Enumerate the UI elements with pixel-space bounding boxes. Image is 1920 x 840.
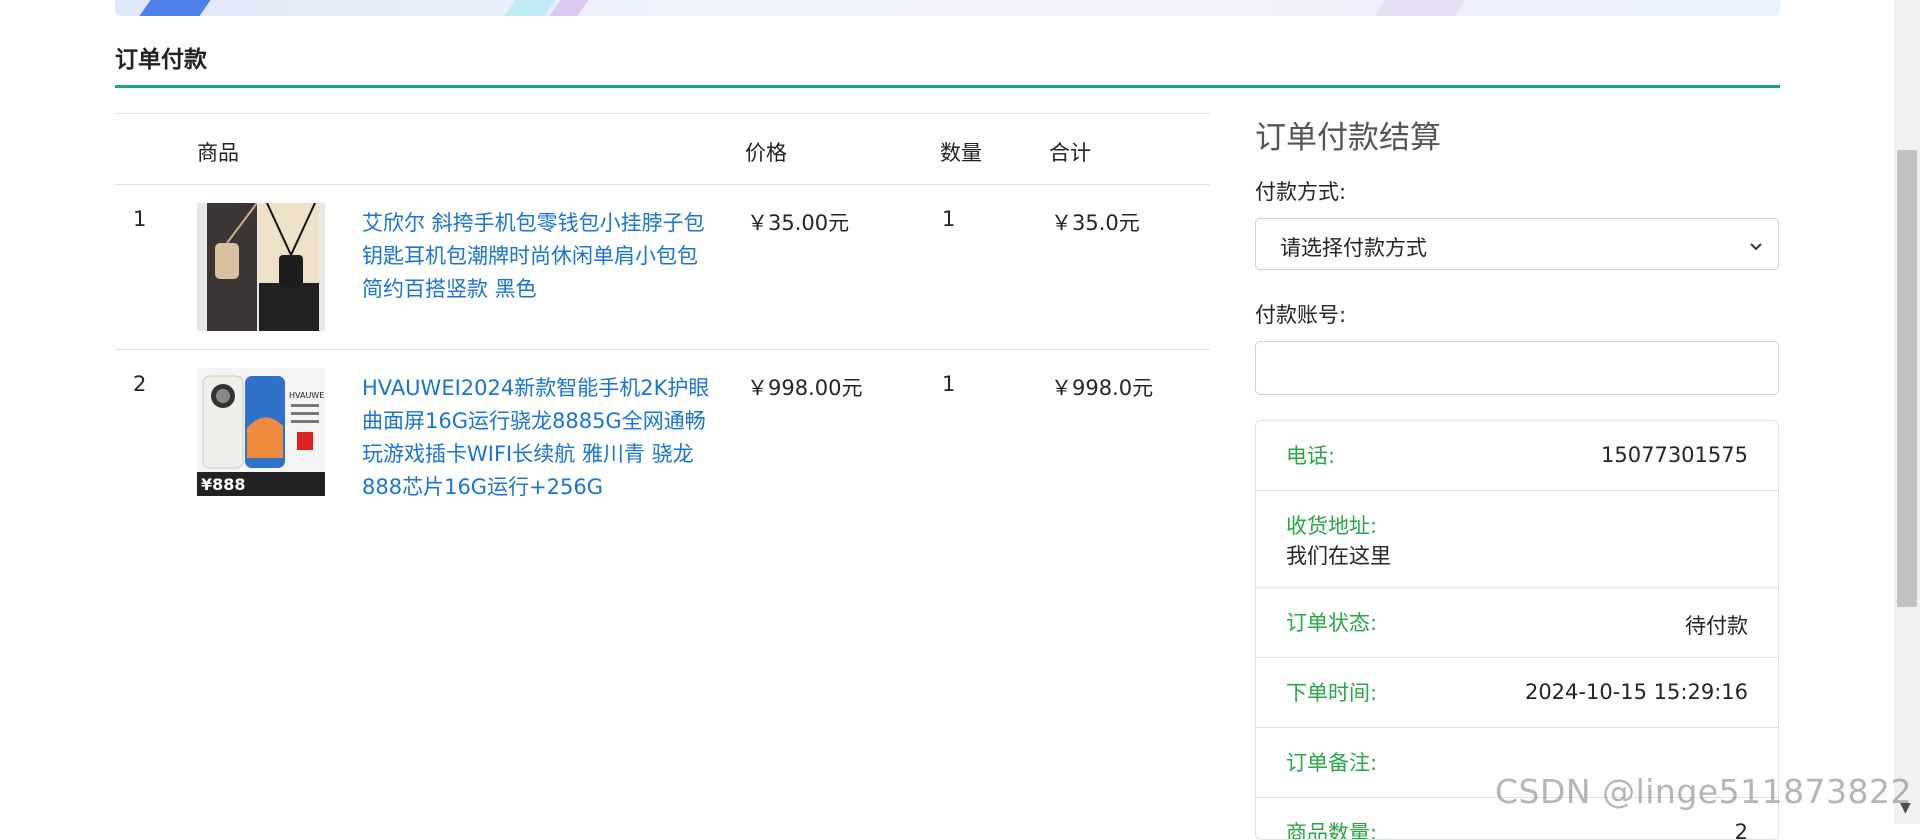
payment-account-label: 付款账号: <box>1255 303 1347 327</box>
image-price-text: ¥888 <box>201 475 246 494</box>
chevron-down-icon <box>1748 235 1764 259</box>
product-name-link[interactable]: 艾欣尔 斜挎手机包零钱包小挂脖子包钥匙耳机包潮牌时尚休闲单肩小包包简约百搭竖款 … <box>362 207 712 306</box>
payment-account-input[interactable] <box>1255 341 1779 395</box>
address-value: 我们在这里 <box>1286 544 1391 568</box>
list-item: 电话: 15077301575 <box>1256 421 1778 491</box>
cart-table: 商品 价格 数量 合计 1 艾欣尔 斜挎手机包零钱包小挂脖子包钥匙耳机包潮牌时尚… <box>115 113 1210 514</box>
product-name-link[interactable]: HVAUWEI2024新款智能手机2K护眼曲面屏16G运行骁龙8885G全网通畅… <box>362 372 712 504</box>
header-price: 价格 <box>745 141 787 165</box>
row-quantity: 1 <box>942 372 956 396</box>
row-price: ￥998.00元 <box>747 376 863 400</box>
banner-decoration <box>549 0 589 16</box>
table-row: 1 艾欣尔 斜挎手机包零钱包小挂脖子包钥匙耳机包潮牌时尚休闲单肩小包包简约百搭竖… <box>115 184 1210 349</box>
order-time-value: 2024-10-15 15:29:16 <box>1524 680 1748 704</box>
section-divider <box>115 85 1780 88</box>
payment-method-label: 付款方式: <box>1255 180 1347 204</box>
header-quantity: 数量 <box>940 141 982 165</box>
banner-decoration <box>139 0 211 16</box>
table-header: 商品 价格 数量 合计 <box>115 113 1210 184</box>
list-item: 订单状态: 待付款 <box>1256 588 1778 658</box>
payment-method-select[interactable]: 请选择付款方式 <box>1255 218 1779 270</box>
product-image-bag[interactable] <box>197 203 325 331</box>
status-value: 待付款 <box>1685 614 1748 638</box>
scrollbar-thumb[interactable] <box>1897 150 1917 607</box>
header-product: 商品 <box>197 141 239 165</box>
phone-value: 15077301575 <box>1601 443 1748 467</box>
phone-label: 电话: <box>1286 444 1336 468</box>
status-label: 订单状态: <box>1286 611 1378 635</box>
row-index: 1 <box>133 207 147 231</box>
row-index: 2 <box>133 372 147 396</box>
header-total: 合计 <box>1049 141 1091 165</box>
address-label: 收货地址: <box>1286 514 1378 538</box>
watermark: CSDN @linge511873822 <box>1495 772 1913 811</box>
banner-decoration <box>1374 0 1466 16</box>
payment-method-value: 请选择付款方式 <box>1280 236 1427 260</box>
row-price: ￥35.00元 <box>747 211 850 235</box>
product-image-phone[interactable]: HVAUWEI ¥888 <box>197 368 325 496</box>
section-title: 订单付款 <box>115 47 207 73</box>
table-row: 2 HVAUWEI ¥888 HVAUWEI2024新款智能手机2K护眼曲面屏1… <box>115 349 1210 514</box>
payment-panel-title: 订单付款结算 <box>1255 120 1441 156</box>
row-total: ￥998.0元 <box>1051 376 1154 400</box>
row-quantity: 1 <box>942 207 956 231</box>
list-item: 收货地址: 我们在这里 <box>1256 491 1778 588</box>
image-brand-text: HVAUWEI <box>289 391 325 400</box>
item-count-value: 2 <box>1734 820 1748 840</box>
banner-decoration <box>504 0 556 16</box>
order-time-label: 下单时间: <box>1286 681 1378 705</box>
item-count-label: 商品数量: <box>1286 821 1378 840</box>
list-item: 下单时间: 2024-10-15 15:29:16 <box>1256 658 1778 728</box>
row-total: ￥35.0元 <box>1051 211 1140 235</box>
note-label: 订单备注: <box>1286 751 1378 775</box>
top-banner <box>115 0 1780 16</box>
